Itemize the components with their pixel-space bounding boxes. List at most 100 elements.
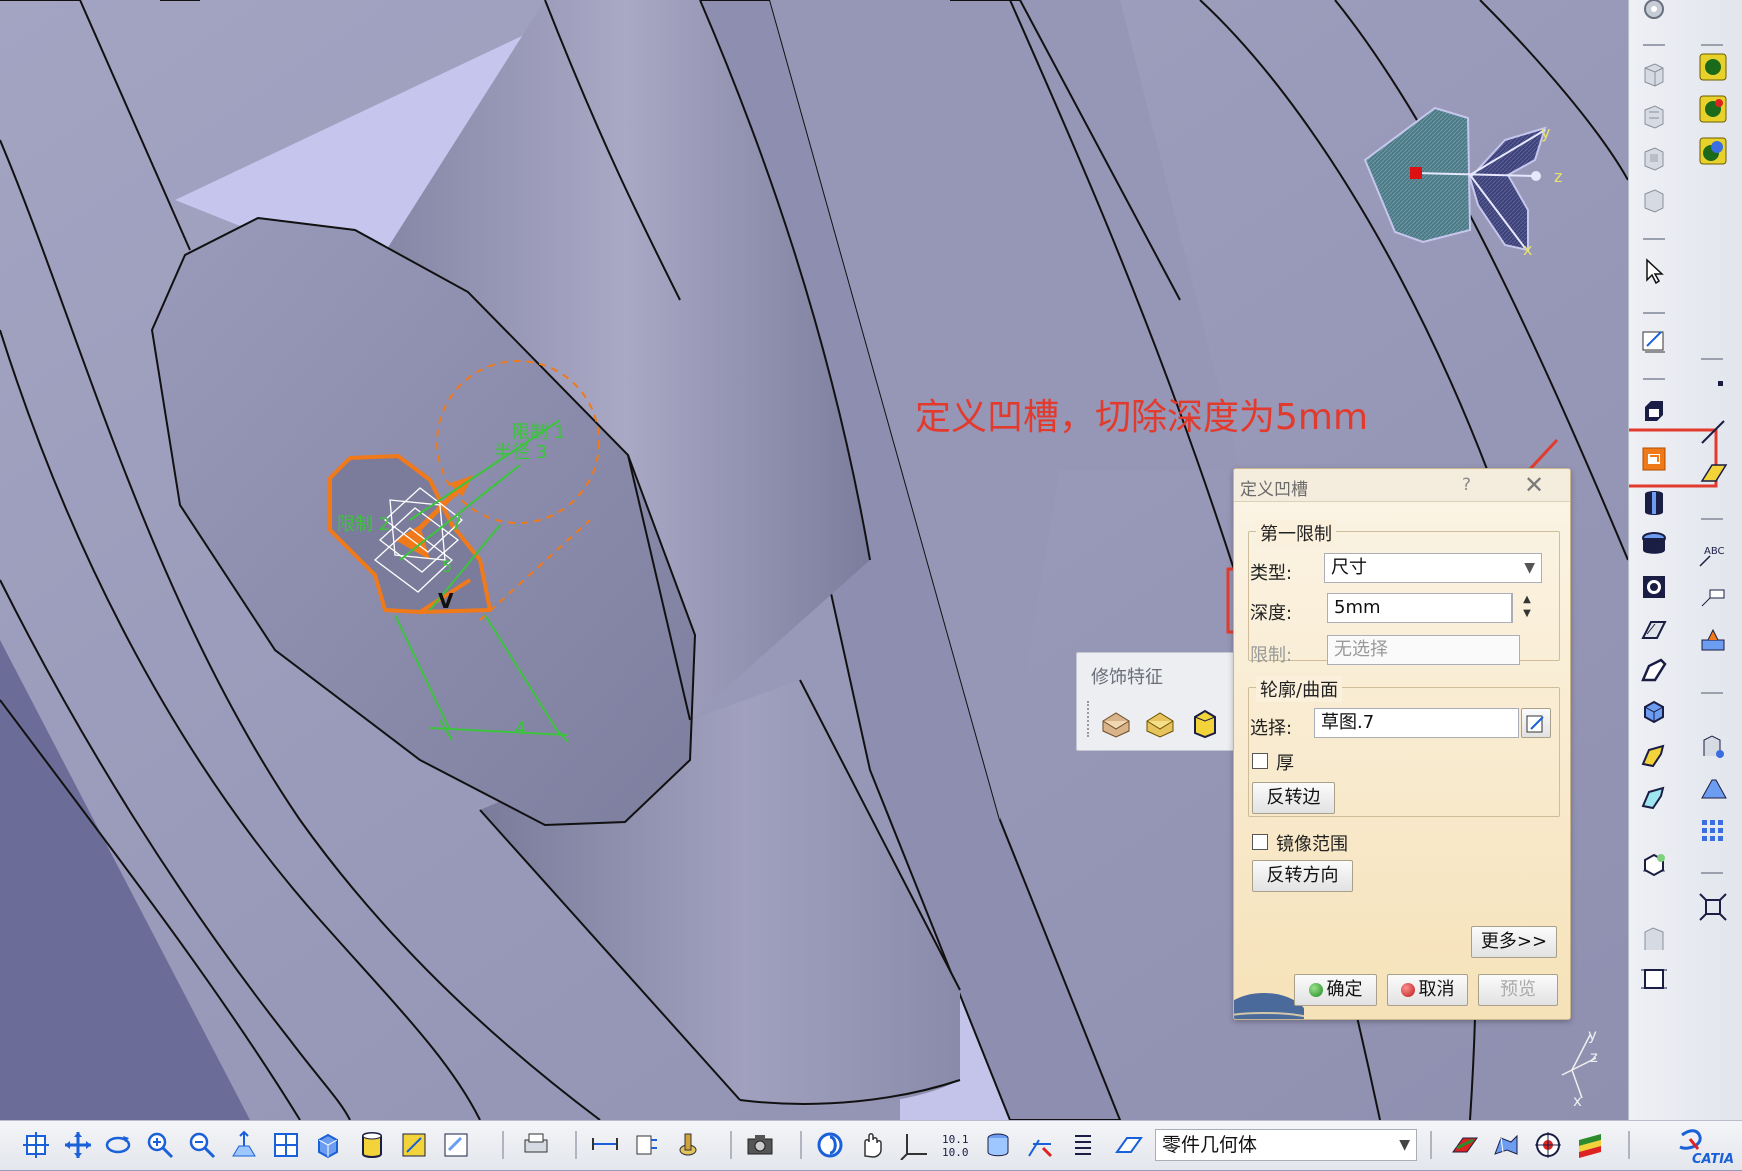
depth-spinner[interactable]: ▲ ▼ [1512, 593, 1543, 623]
multi-view-icon[interactable] [268, 1127, 304, 1163]
cancel-button[interactable]: 取消 [1387, 974, 1468, 1006]
catia-logo-text: CATIA [1692, 1152, 1734, 1167]
flag-note-icon[interactable] [1696, 580, 1730, 614]
toolbar-separator [502, 1131, 504, 1159]
mirrored-extent-checkbox[interactable] [1252, 834, 1268, 850]
thick-checkbox[interactable] [1252, 753, 1268, 769]
depth-label: 深度: [1250, 603, 1293, 624]
shaft-feature-icon[interactable] [1637, 486, 1671, 520]
limit-1-label: 限制 1 [512, 422, 565, 443]
shading-icon[interactable] [354, 1127, 390, 1163]
inertia-icon[interactable] [1637, 962, 1671, 996]
iso-view-icon[interactable] [310, 1127, 346, 1163]
analysis-plane-icon[interactable] [1446, 1127, 1482, 1163]
measure-inertia-icon[interactable] [670, 1127, 706, 1163]
pocket-feature-icon[interactable] [1637, 442, 1671, 476]
measure-between-icon[interactable] [587, 1127, 623, 1163]
fit-all-icon[interactable] [1696, 890, 1730, 924]
annotation-text: 定义凹槽，切除深度为5mm [915, 397, 1369, 438]
cosmetic-solid-icon[interactable] [1187, 707, 1221, 741]
gear-icon[interactable] [1637, 0, 1671, 26]
radius-label: 半径 3 [494, 442, 547, 463]
pad-feature-icon[interactable] [1637, 395, 1671, 429]
spin-down-icon[interactable]: ▼ [1513, 607, 1541, 621]
rotate-icon[interactable] [100, 1127, 136, 1163]
insert-body-icon[interactable] [1696, 50, 1730, 84]
target-icon[interactable] [1530, 1127, 1566, 1163]
dialog-titlebar[interactable]: 定义凹槽 ? ✕ [1234, 469, 1570, 502]
catia-logo: CATIA [1672, 1125, 1738, 1167]
toolbar-grip[interactable] [1087, 701, 1092, 737]
slot-icon[interactable] [1637, 612, 1671, 646]
profile-select-input[interactable]: 草图.7 [1314, 708, 1519, 738]
hide-show-icon[interactable] [396, 1127, 432, 1163]
plane-icon[interactable] [1696, 455, 1730, 489]
list-icon[interactable] [1064, 1127, 1100, 1163]
layers-icon[interactable] [1572, 1127, 1608, 1163]
transform-icon[interactable] [1637, 848, 1671, 882]
rib-icon[interactable] [1637, 570, 1671, 604]
cylinder-view-icon[interactable] [980, 1127, 1016, 1163]
constraint-tool-icon[interactable] [1022, 1127, 1058, 1163]
geometrical-set-icon[interactable] [1110, 1127, 1146, 1163]
stiffener-icon[interactable] [1637, 652, 1671, 686]
boolean-add-icon[interactable] [1696, 92, 1730, 126]
swap-visible-icon[interactable] [438, 1127, 474, 1163]
select-arrow-icon[interactable] [1637, 254, 1671, 288]
toolbar-separator [1430, 1131, 1432, 1159]
hole-icon[interactable] [1637, 527, 1671, 561]
map-icon[interactable] [1488, 1127, 1524, 1163]
axis-system-icon[interactable] [896, 1127, 932, 1163]
thick-label: 厚 [1276, 753, 1294, 774]
wrap-icon[interactable] [1143, 707, 1177, 741]
preview-button[interactable]: 预览 [1478, 974, 1558, 1006]
toolbar-separator [730, 1131, 732, 1159]
print-icon[interactable] [518, 1127, 554, 1163]
analysis-icon[interactable] [1696, 772, 1730, 806]
depth-input[interactable]: 5mm [1327, 593, 1512, 623]
dialog-title: 定义凹槽 [1240, 480, 1308, 500]
measure-item-icon[interactable] [628, 1127, 664, 1163]
draft-icon[interactable] [1637, 738, 1671, 772]
sketch-icon[interactable] [1637, 324, 1671, 358]
line-icon[interactable] [1696, 415, 1730, 449]
shaft-icon[interactable] [1637, 184, 1671, 218]
solid-combine-icon[interactable] [1637, 695, 1671, 729]
close-button[interactable]: ✕ [1524, 471, 1544, 499]
pan-icon[interactable] [60, 1127, 96, 1163]
dimension-5: 5 [442, 557, 452, 576]
camera-icon[interactable] [742, 1127, 778, 1163]
zoom-in-icon[interactable] [142, 1127, 178, 1163]
point-icon[interactable] [1696, 375, 1730, 409]
ok-button[interactable]: 确定 [1294, 974, 1377, 1006]
zoom-out-icon[interactable] [184, 1127, 220, 1163]
grid-scale-icon[interactable]: 10.1 10.0 [938, 1127, 974, 1163]
text-annotation-icon[interactable]: ABC [1696, 538, 1730, 572]
constraint-icon[interactable] [1696, 730, 1730, 764]
profile-select-value: 草图.7 [1321, 712, 1375, 733]
help-button[interactable]: ? [1462, 475, 1471, 495]
normal-view-icon[interactable] [226, 1127, 262, 1163]
part-body-icon[interactable] [1637, 58, 1671, 92]
pattern-icon[interactable] [1696, 814, 1730, 848]
measure-icon[interactable] [1637, 922, 1671, 956]
spin-up-icon[interactable]: ▲ [1513, 593, 1541, 607]
reverse-side-button[interactable]: 反转边 [1252, 782, 1335, 814]
fit-all-in-icon[interactable] [18, 1127, 54, 1163]
type-select[interactable]: 尺寸 ▼ [1324, 553, 1542, 583]
limit-input[interactable]: 无选择 [1327, 635, 1520, 665]
boolean-remove-icon[interactable] [1696, 134, 1730, 168]
more-button[interactable]: 更多>> [1471, 926, 1557, 958]
3d-annotation-icon[interactable] [1696, 622, 1730, 656]
cosmetic-feature-toolbar: 修饰特征 [1076, 652, 1238, 751]
pocket-icon[interactable] [1637, 142, 1671, 176]
hand-icon[interactable] [854, 1127, 890, 1163]
cancel-label: 取消 [1418, 979, 1455, 1000]
fly-mode-icon[interactable] [812, 1127, 848, 1163]
sketch-edit-button[interactable] [1521, 708, 1551, 738]
geometry-set-select[interactable]: 零件几何体 ▼ [1155, 1129, 1417, 1161]
pad-icon[interactable] [1637, 100, 1671, 134]
shell-icon[interactable] [1637, 780, 1671, 814]
reverse-direction-button[interactable]: 反转方向 [1252, 860, 1353, 892]
thread-icon[interactable] [1099, 707, 1133, 741]
